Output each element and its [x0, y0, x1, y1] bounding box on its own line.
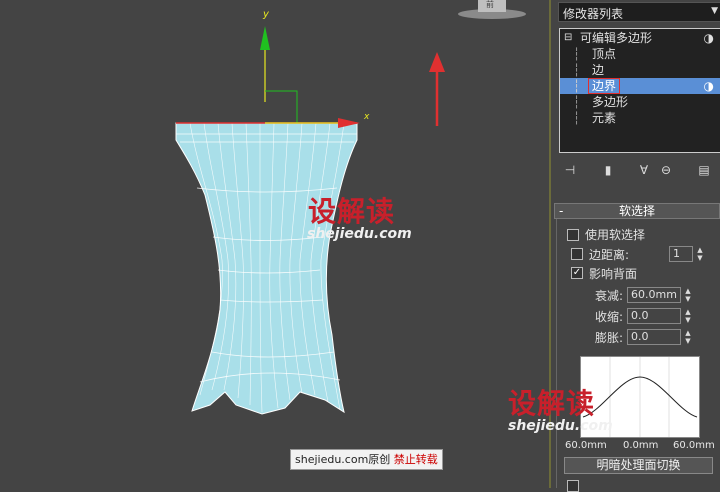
show-end-result-icon[interactable]: ▮ [597, 160, 619, 180]
configure-sets-icon[interactable]: ▤ [693, 160, 715, 180]
pinch-input[interactable]: 0.0 [627, 308, 681, 324]
collapse-icon[interactable]: ⊟ [564, 30, 572, 46]
use-soft-select-label: 使用软选择 [585, 228, 646, 242]
stack-item-border[interactable]: ┆ 边界 ◑ [560, 78, 720, 94]
modifier-list-dropdown[interactable]: 修改器列表 ▼ [558, 2, 720, 22]
falloff-input[interactable]: 60.0mm [627, 287, 681, 303]
stack-item-edge[interactable]: ┆ 边 [560, 62, 720, 78]
transform-gizmo[interactable] [260, 26, 360, 128]
lightbulb-icon[interactable]: ◑ [704, 78, 714, 94]
affect-backfacing-label: 影响背面 [589, 267, 638, 281]
pinch-spinner-icon[interactable]: ▲ ▼ [683, 308, 693, 324]
rollout-title: 软选择 [618, 204, 655, 218]
watermark-logo: 设解读 shejiedu.com [307, 195, 412, 242]
edge-distance-spinner-icon[interactable]: ▲ ▼ [695, 246, 705, 262]
affect-backfacing-checkbox[interactable]: ✓ [571, 267, 583, 279]
falloff-spinner-icon[interactable]: ▲ ▼ [683, 287, 693, 303]
viewcube-label: 前 [486, 0, 494, 9]
credit-warning: 禁止转载 [393, 453, 438, 466]
axis-y-label: y [262, 9, 270, 20]
curve-left-label: 60.0mm [565, 440, 607, 451]
remove-modifier-icon[interactable]: ⊖ [655, 160, 677, 180]
watermark-logo: 设解读 shejiedu.com [508, 387, 613, 434]
chevron-down-icon: ▼ [711, 6, 718, 16]
curve-mid-label: 0.0mm [623, 440, 659, 451]
edge-distance-label: 边距离: [589, 248, 630, 262]
pin-stack-icon[interactable]: ⊣ [559, 160, 581, 180]
viewport-canvas[interactable]: 前 y x [0, 0, 549, 488]
stack-item-polygon[interactable]: ┆ 多边形 [560, 94, 720, 110]
gizmo-y-arrow-icon [260, 26, 270, 50]
credit-site: shejiedu.com原创 [295, 453, 391, 466]
viewport-perspective[interactable]: 前 y x 设解读 shejiedu.com shejiedu.com原创 禁止… [0, 0, 549, 488]
bubble-label: 膨胀: [595, 331, 624, 345]
falloff-label: 衰减: [595, 289, 624, 303]
soft-selection-rollout[interactable]: - 软选择 [554, 203, 720, 219]
vase-mesh[interactable] [175, 122, 358, 415]
bubble-input[interactable]: 0.0 [627, 329, 681, 345]
stack-item-element[interactable]: ┆ 元素 [560, 110, 720, 126]
use-soft-select-checkbox[interactable] [567, 229, 579, 241]
annotation-arrow-icon [429, 52, 445, 126]
curve-right-label: 60.0mm [673, 440, 715, 451]
make-unique-icon[interactable]: ∀ [633, 160, 655, 180]
axis-x-label: x [363, 112, 370, 122]
edge-distance-checkbox[interactable] [571, 248, 583, 260]
stack-item-vertex[interactable]: ┆ 顶点 [560, 46, 720, 62]
pinch-label: 收缩: [595, 310, 624, 324]
credit-banner: shejiedu.com原创 禁止转载 [290, 449, 443, 470]
bubble-spinner-icon[interactable]: ▲ ▼ [683, 329, 693, 345]
stack-toolbar: ⊣ ▮ ∀ ⊖ ▤ [559, 160, 720, 182]
stack-item-root[interactable]: ⊟ 可编辑多边形 ◑ [560, 30, 720, 46]
modifier-stack[interactable]: ⊟ 可编辑多边形 ◑ ┆ 顶点 ┆ 边 ┆ 边界 ◑ ┆ 多边形 ┆ 元素 [559, 28, 720, 153]
edge-distance-input[interactable]: 1 [669, 246, 693, 262]
shaded-face-toggle-button[interactable]: 明暗处理面切换 [564, 457, 713, 474]
lightbulb-icon[interactable]: ◑ [704, 30, 714, 46]
lock-soft-selection-checkbox[interactable] [567, 480, 579, 492]
